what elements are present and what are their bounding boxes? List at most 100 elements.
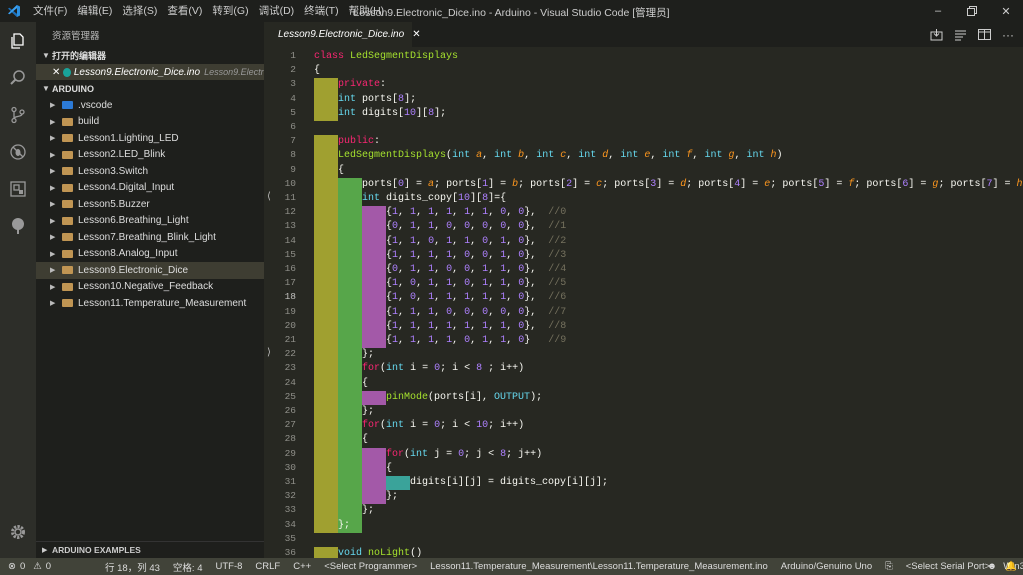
menu-file[interactable]: 文件(F): [28, 0, 72, 22]
folder-icon: [62, 134, 73, 143]
sketch-file[interactable]: Lesson11.Temperature_Measurement\Lesson1…: [430, 561, 768, 572]
activity-bar: [0, 22, 36, 558]
close-editor-icon[interactable]: ✕: [52, 67, 60, 78]
close-icon[interactable]: ✕: [989, 0, 1023, 22]
tree-item[interactable]: ▶ Lesson6.Breathing_Light: [36, 213, 264, 230]
tree-item[interactable]: ▶ Lesson3.Switch: [36, 163, 264, 180]
cursor-position[interactable]: 行 18，列 43: [105, 560, 160, 574]
tree-item[interactable]: ▶ build: [36, 114, 264, 131]
code-line: {1, 1, 1, 1, 1, 1, 0, 0}, //0: [314, 207, 567, 219]
line-number: 4: [290, 92, 296, 104]
code-line: {: [314, 434, 369, 446]
line-number: 33: [284, 504, 296, 516]
tree-item-label: Lesson1.Lighting_LED: [78, 132, 179, 144]
tree-item[interactable]: ▶ Lesson4.Digital_Input: [36, 180, 264, 197]
explorer-icon[interactable]: [0, 22, 36, 59]
code-line: pinMode(ports[i], OUTPUT);: [386, 391, 543, 403]
code-line: {1, 0, 1, 1, 0, 1, 1, 0}, //5: [314, 278, 567, 290]
line-number: 1: [290, 50, 296, 61]
menu-help[interactable]: 帮助(H): [344, 0, 390, 22]
upload-icon[interactable]: [929, 28, 943, 42]
code-editor[interactable]: 1 2 3 4 5 6 7 8 9 10 11 12 13 14 15 16 17 18 19 20 21 22 23 24 2…: [264, 47, 1023, 558]
smiley-feedback-icon[interactable]: ☻: [987, 561, 997, 572]
folder-icon: [62, 117, 73, 126]
search-icon[interactable]: [0, 59, 36, 96]
source-control-icon[interactable]: [0, 96, 36, 133]
tree-item[interactable]: ▶ .vscode: [36, 97, 264, 114]
code-line: {: [314, 462, 393, 474]
line-number: 14: [284, 234, 296, 246]
fold-marker-icon[interactable]: ⟩: [267, 347, 271, 358]
open-editors-section[interactable]: ▼ 打开的编辑器: [36, 47, 264, 64]
tree-icon[interactable]: [0, 207, 36, 244]
code-line: for(int i = 0; i < 10; i++): [362, 420, 525, 432]
line-number: 15: [284, 248, 296, 260]
language-mode[interactable]: C++: [293, 561, 311, 572]
code-line: };: [314, 519, 351, 531]
problems-indicator[interactable]: ⊗ 0 ⚠ 0: [0, 561, 51, 572]
line-number: 6: [290, 121, 296, 132]
restore-icon[interactable]: [955, 0, 989, 22]
menu-view[interactable]: 查看(V): [162, 0, 207, 22]
more-actions-icon[interactable]: ···: [1001, 28, 1015, 42]
code-line: int digits_copy[10][8]={: [362, 193, 507, 204]
menu-debug[interactable]: 调试(D): [254, 0, 300, 22]
code-line: {0, 1, 1, 0, 0, 0, 0, 0}, //1: [314, 221, 567, 233]
port-select[interactable]: <Select Serial Port>: [906, 561, 991, 572]
code-line: void noLight(): [338, 548, 423, 558]
warning-count: 0: [45, 561, 52, 572]
fold-marker-icon[interactable]: ⟨: [267, 191, 271, 202]
tree-item-label: .vscode: [78, 99, 113, 111]
line-number: 30: [284, 461, 296, 473]
menu-edit[interactable]: 编辑(E): [72, 0, 117, 22]
tree-item[interactable]: ▶ Lesson2.LED_Blink: [36, 147, 264, 164]
line-number: 7: [290, 135, 296, 147]
arduino-examples-section[interactable]: ▶ ARDUINO EXAMPLES: [36, 541, 264, 558]
extensions-icon[interactable]: [0, 170, 36, 207]
chevron-right-icon: ▶: [50, 184, 56, 192]
chevron-right-icon: ▶: [50, 283, 56, 291]
chevron-right-icon: ▶: [50, 217, 56, 225]
folder-icon: [62, 282, 73, 291]
serial-monitor-icon[interactable]: ⎘: [885, 561, 893, 572]
indentation[interactable]: 空格: 4: [173, 560, 203, 574]
code-line: {1, 0, 1, 1, 1, 1, 1, 0}, //6: [314, 292, 567, 304]
tree-item[interactable]: ▶ Lesson9.Electronic_Dice: [36, 262, 264, 279]
arduino-root-section[interactable]: ▼ ARDUINO: [36, 80, 264, 97]
settings-gear-icon[interactable]: [0, 513, 36, 550]
tree-item-label: Lesson10.Negative_Feedback: [78, 281, 214, 293]
verify-icon[interactable]: [953, 28, 967, 42]
tree-item-label: Lesson7.Breathing_Blink_Light: [78, 231, 216, 243]
minimize-icon[interactable]: –: [921, 0, 955, 22]
menu-go[interactable]: 转到(G): [207, 0, 253, 22]
programmer-select[interactable]: <Select Programmer>: [324, 561, 417, 572]
menu-bar: 文件(F) 编辑(E) 选择(S) 查看(V) 转到(G) 调试(D) 终端(T…: [28, 0, 389, 22]
tree-item[interactable]: ▶ Lesson5.Buzzer: [36, 196, 264, 213]
open-editor-item[interactable]: ✕ Lesson9.Electronic_Dice.ino Lesson9.El…: [36, 64, 264, 80]
vscode-folder-icon: [62, 101, 73, 110]
tree-item[interactable]: ▶ Lesson8.Analog_Input: [36, 246, 264, 263]
menu-selection[interactable]: 选择(S): [117, 0, 162, 22]
tree-item[interactable]: ▶ Lesson10.Negative_Feedback: [36, 279, 264, 296]
tree-item[interactable]: ▶ Lesson1.Lighting_LED: [36, 130, 264, 147]
tab-close-icon[interactable]: ✕: [412, 29, 420, 40]
open-editors-label: 打开的编辑器: [52, 51, 107, 61]
encoding[interactable]: UTF-8: [215, 561, 242, 572]
line-ending[interactable]: CRLF: [255, 561, 280, 572]
code-line: ports[0] = a; ports[1] = b; ports[2] = c…: [314, 178, 1023, 190]
editor-tab[interactable]: Lesson9.Electronic_Dice.ino ✕: [264, 22, 421, 47]
folder-icon: [62, 266, 73, 275]
notifications-bell-icon[interactable]: 🔔: [1005, 561, 1017, 572]
debug-icon[interactable]: [0, 133, 36, 170]
menu-terminal[interactable]: 终端(T): [299, 0, 343, 22]
tree-item[interactable]: ▶ Lesson11.Temperature_Measurement: [36, 295, 264, 312]
line-number: 17: [284, 277, 296, 289]
board-select[interactable]: Arduino/Genuino Uno: [781, 561, 872, 572]
chevron-right-icon: ▶: [50, 151, 56, 159]
code-line: digits[i][j] = digits_copy[i][j];: [314, 477, 609, 488]
line-number: 12: [284, 206, 296, 218]
split-editor-icon[interactable]: [977, 28, 991, 42]
line-number: 35: [284, 532, 296, 544]
tree-item[interactable]: ▶ Lesson7.Breathing_Blink_Light: [36, 229, 264, 246]
line-number: 8: [290, 149, 296, 161]
